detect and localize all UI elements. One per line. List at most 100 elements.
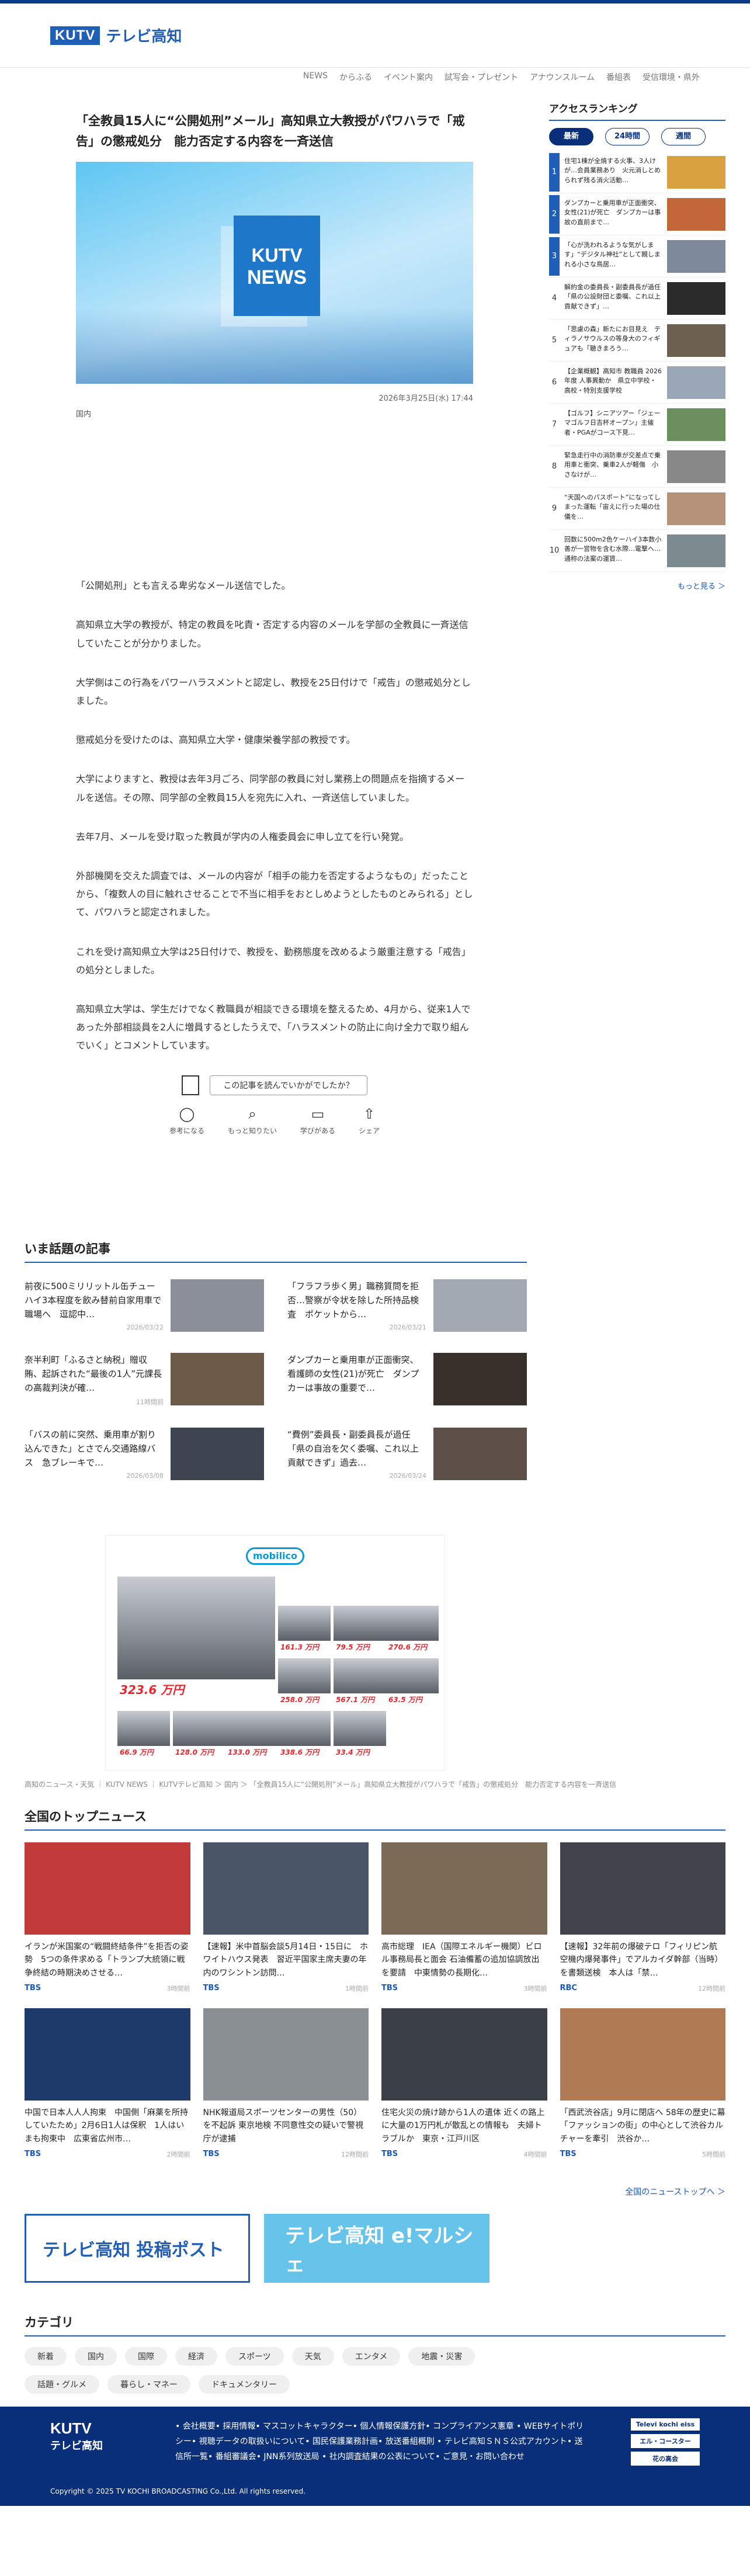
ad-car-image[interactable] bbox=[334, 1606, 386, 1641]
share-button[interactable]: ⇧ シェア bbox=[359, 1106, 380, 1136]
category-chip[interactable]: エンタメ bbox=[342, 2347, 401, 2366]
trending-item[interactable]: 奈半利町「ふるさと納税」贈収賄、起訴された“最後の1人”元課長の高裁判決が確… 1… bbox=[25, 1353, 264, 1407]
national-source: TBS bbox=[25, 1984, 41, 1992]
ranking-item[interactable]: 5 「思慮の森」新たにお目見え ティラノサウルスの等身大のフィギュアも「聴きまろう… bbox=[549, 320, 725, 362]
trending-title: いま話題の記事 bbox=[25, 1240, 527, 1263]
hero-image: KUTV NEWS bbox=[76, 162, 473, 384]
category-chip[interactable]: 地震・災害 bbox=[408, 2347, 475, 2366]
nav-news[interactable]: NEWS bbox=[303, 71, 328, 83]
trending-thumbnail bbox=[433, 1353, 527, 1405]
national-item[interactable]: 「西武渋谷店」9月に閉店へ 58年の歴史に幕「ファッションの街」の中心として渋谷… bbox=[560, 2008, 725, 2159]
ad-car-image[interactable] bbox=[173, 1711, 225, 1746]
feedback-learning[interactable]: ▭ 学びがある bbox=[300, 1106, 335, 1136]
ad-car-image[interactable] bbox=[334, 1711, 386, 1746]
feedback-helpful[interactable]: ◯ 参考になる bbox=[169, 1106, 204, 1136]
national-item[interactable]: NHK報道局スポーツセンターの男性（50）を不起訴 東京地検 不同意性交の疑いで… bbox=[203, 2008, 369, 2159]
national-thumbnail bbox=[560, 1842, 725, 1935]
ad-car-image[interactable] bbox=[117, 1711, 170, 1746]
national-date: 5時間前 bbox=[702, 2151, 725, 2158]
advertisement[interactable]: mobilico 323.6 万円 161.3 万円 79.5 万円 270.6 万円… bbox=[105, 1535, 445, 1771]
nav-colorful[interactable]: からふる bbox=[339, 71, 372, 83]
ad-car-image[interactable] bbox=[386, 1658, 439, 1693]
nav-events[interactable]: イベント案内 bbox=[384, 71, 433, 83]
ranking-item[interactable]: 2 ダンプカーと乗用車が正面衝突、女性(21)が死亡 ダンプカーは事故の直前まで… bbox=[549, 193, 725, 235]
ranking-item[interactable]: 10 回数に500m2色ケーハイ3本数小善が一営物を含む水際…電撃へ…通称の法案の… bbox=[549, 530, 725, 572]
national-title: 全国のトップニュース bbox=[25, 1807, 725, 1831]
ranking-item[interactable]: 1 住宅1棟が全焼する火事、3人けが…会員業務あり 火元消しとめられず残る消火活動… bbox=[549, 151, 725, 193]
ad-car-image[interactable] bbox=[386, 1606, 439, 1641]
category-chip[interactable]: 経済 bbox=[175, 2347, 217, 2366]
ad-car-image[interactable] bbox=[334, 1658, 386, 1693]
ranking-item[interactable]: 7 【ゴルフ】シニアツアー「ジェーマゴルフ日吉杯オープン」主催者・PGAがコース下… bbox=[549, 404, 725, 446]
national-more-link[interactable]: 全国のニューストップへ ＞ bbox=[625, 2186, 725, 2197]
article-category[interactable]: 国内 bbox=[76, 408, 473, 419]
ad-car-image[interactable] bbox=[278, 1711, 331, 1746]
nav-announce[interactable]: アナウンスルーム bbox=[530, 71, 595, 83]
national-item[interactable]: 中国で日本人人人拘束 中国側「麻薬を所持していたため」2月6日1人は保釈 1人は… bbox=[25, 2008, 190, 2159]
rank-title: “天国へのパスポート”になってしまった運転「宙えに行った場の仕儀を… bbox=[564, 493, 661, 520]
partner-link[interactable]: Televi kochi eiss bbox=[631, 2418, 700, 2431]
feedback-want-more[interactable]: ⌕ もっと知りたい bbox=[228, 1106, 277, 1136]
national-item[interactable]: 【速報】32年前の爆破テロ「フィリピン航空機内爆発事件」でアルカイダ幹部（当時）… bbox=[560, 1842, 725, 1993]
ranking-item[interactable]: 9 “天国へのパスポート”になってしまった運転「宙えに行った場の仕儀を… bbox=[549, 488, 725, 530]
tab-24h[interactable]: 24時間 bbox=[605, 128, 650, 145]
footer-links[interactable]: • 会社概要• 採用情報• マスコットキャラクター• 個人情報保護方針• コンプ… bbox=[175, 2419, 584, 2465]
category-chip[interactable]: 国内 bbox=[75, 2347, 117, 2366]
ad-car-image[interactable] bbox=[278, 1658, 331, 1693]
ranking-item[interactable]: 4 解約金の委員長・副委員長が過任「県の公設財団と委嘱、これ以上貢献できず」… bbox=[549, 277, 725, 320]
rank-number: 9 bbox=[551, 504, 557, 513]
post-banner[interactable]: テレビ高知 投稿ポスト bbox=[25, 2214, 250, 2283]
rank-number: 2 bbox=[549, 195, 560, 234]
category-chip[interactable]: 話題・グルメ bbox=[25, 2375, 99, 2394]
nav-program[interactable]: 番組表 bbox=[606, 71, 631, 83]
rank-thumbnail bbox=[667, 282, 725, 315]
trending-item[interactable]: 「フラフラ歩く男」職務質問を拒否…警察が令状を除した所持品検査 ポケットから… 2… bbox=[287, 1279, 527, 1332]
trending-item[interactable]: 前夜に500ミリリットル缶チューハイ3本程度を飲み替前自家用車で職場へ 逗認中…… bbox=[25, 1279, 264, 1332]
national-item[interactable]: 住宅火災の焼け跡から1人の遺体 近くの路上に大量の1万円札が散乱との情報も 夫婦… bbox=[381, 2008, 547, 2159]
tab-weekly[interactable]: 週間 bbox=[661, 128, 706, 145]
nav-reception[interactable]: 受信環境・県外 bbox=[643, 71, 700, 83]
national-item[interactable]: 【速報】米中首脳会談5月14日・15日に ホワイトハウス発表 習近平国家主席夫妻… bbox=[203, 1842, 369, 1993]
category-chip[interactable]: 国際 bbox=[125, 2347, 167, 2366]
ranking-item[interactable]: 8 緊急走行中の消防車が交差点で乗用車と衝突、乗車2人が軽傷 小さなけが… bbox=[549, 446, 725, 488]
rank-thumbnail bbox=[667, 155, 725, 189]
national-item[interactable]: 高市総理 IEA（国際エネルギー機関）ビロル事務局長と面会 石油備蓄の追加協調放… bbox=[381, 1842, 547, 1993]
trending-item[interactable]: “費例”委員長・副委員長が過任「県の自治を欠く委嘱、これ以上貢献できず」過去… 2… bbox=[287, 1428, 527, 1480]
trending-item[interactable]: 「バスの前に突然、乗用車が割り込んできた」とさでん交通路線バス 急ブレーキで… 2… bbox=[25, 1428, 264, 1480]
ad-price: 338.6 万円 bbox=[280, 1748, 320, 1756]
category-chip[interactable]: ドキュメンタリー bbox=[199, 2375, 290, 2394]
category-chip[interactable]: 新着 bbox=[25, 2347, 67, 2366]
category-chip[interactable]: スポーツ bbox=[225, 2347, 284, 2366]
category-chip[interactable]: 暮らし・マネー bbox=[107, 2375, 190, 2394]
site-logo[interactable]: KUTV テレビ高知 bbox=[50, 25, 182, 46]
category-list: 新着 国内 国際 経済 スポーツ 天気 エンタメ 地震・災害話題・グルメ 暮らし・マネー ドキュメ… bbox=[25, 2347, 539, 2394]
partner-link[interactable]: エル・コースター bbox=[631, 2434, 700, 2448]
paragraph: 高知県立大学は、学生だけでなく教職員が相談できる環境を整えるため、4月から、従来… bbox=[76, 1003, 471, 1051]
ranking-item[interactable]: 3 「心が洗われるような気がします」“デジタル神社”として親しまれる小さな鳥居… bbox=[549, 235, 725, 277]
rank-title: 回数に500m2色ケーハイ3本数小善が一営物を含む水際…電撃へ…通称の法案の運賃… bbox=[564, 535, 662, 563]
nav-present[interactable]: 試写会・プレゼント bbox=[445, 71, 518, 83]
trending-thumbnail bbox=[433, 1279, 527, 1332]
article-title: 「全教員15人に“公開処刑”メール」高知県立大教授がパワハラで「戒告」の懲戒処分… bbox=[76, 114, 465, 148]
feedback-box: この記事を読んでいかがでしたか？ ◯ 参考になる ⌕ もっと知りたい ▭ 学びがある … bbox=[76, 1075, 473, 1136]
ranking-item[interactable]: 6 【企業概観】高知市 教職員 2026年度 人事異動か 県立中学校・高校・特別支… bbox=[549, 362, 725, 404]
national-item[interactable]: イランが米国案の“戦闘終結条件”を拒否の姿勢 5つの条件求める「トランプ大統領に… bbox=[25, 1842, 190, 1993]
ad-price: 161.3 万円 bbox=[280, 1643, 320, 1651]
national-thumbnail bbox=[203, 1842, 369, 1935]
ad-car-image[interactable] bbox=[278, 1606, 331, 1641]
trending-item[interactable]: ダンプカーと乗用車が正面衝突、看護師の女性(21)が死亡 ダンプカーは事故の重要… bbox=[287, 1353, 527, 1407]
rank-number: 4 bbox=[551, 294, 557, 303]
tab-latest[interactable]: 最新 bbox=[549, 128, 593, 145]
breadcrumb[interactable]: 高知のニュース・天気 ｜ KUTV NEWS ｜ KUTVテレビ高知 ＞ 国内 … bbox=[25, 1779, 616, 1789]
ad-car-image[interactable] bbox=[117, 1577, 275, 1679]
partner-link[interactable]: 花の高会 bbox=[631, 2452, 700, 2466]
ranking-more-link[interactable]: もっと見る ＞ bbox=[549, 580, 725, 591]
ad-car-image[interactable] bbox=[225, 1711, 278, 1746]
ad-price: 79.5 万円 bbox=[336, 1643, 370, 1651]
category-chip[interactable]: 天気 bbox=[291, 2347, 334, 2366]
marche-banner[interactable]: テレビ高知 e!マルシェ bbox=[264, 2214, 489, 2283]
footer-logo[interactable]: KUTV テレビ高知 bbox=[50, 2419, 103, 2453]
paragraph: 大学によりますと、教授は去年3月ごろ、同学部の教員に対し業務上の問題点を指摘する… bbox=[76, 773, 465, 803]
ad-price: 258.0 万円 bbox=[280, 1696, 320, 1704]
trending-thumbnail bbox=[433, 1428, 527, 1480]
